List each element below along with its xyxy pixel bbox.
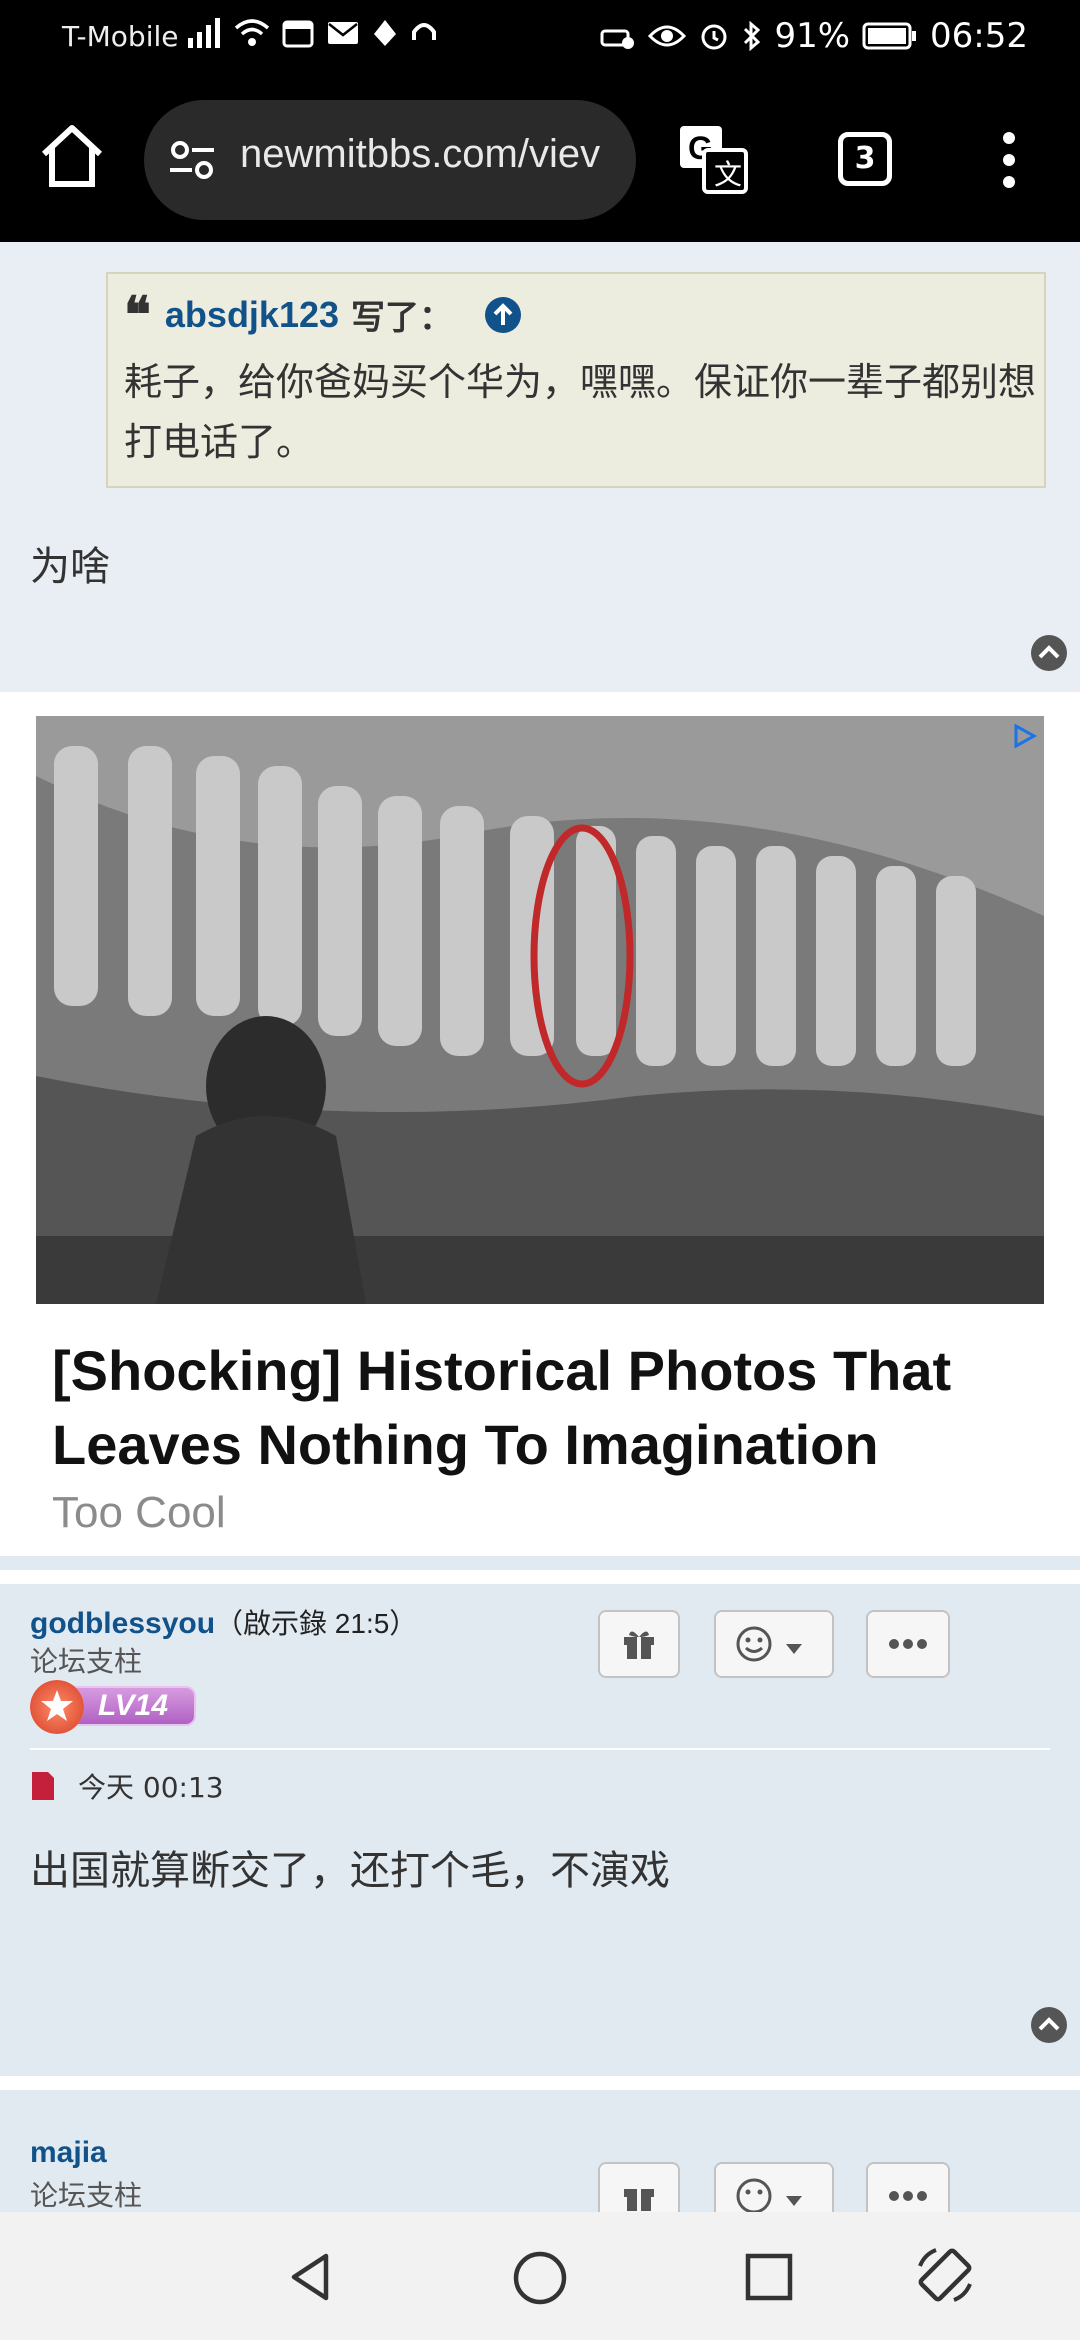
rotate-screen-icon[interactable]	[912, 2242, 978, 2308]
smiley-chevron-icon	[736, 1626, 802, 1662]
battery-percent: 91%	[774, 16, 851, 56]
quote-author-link[interactable]: absdjk123	[165, 294, 339, 336]
home-icon[interactable]	[38, 116, 106, 196]
wifi-icon	[234, 19, 270, 46]
post-content: 为啥	[30, 544, 110, 590]
quote-text: 耗子，给你爸妈买个华为，嘿嘿。保证你一辈子都别想打电话了。	[124, 360, 1037, 464]
author-rank: 论坛支柱	[30, 2179, 143, 2212]
author-rank: 论坛支柱	[30, 1645, 143, 1678]
sponsored-ad[interactable]: [Shocking] Historical Photos That Leaves…	[36, 716, 1044, 1556]
gift-button[interactable]	[598, 1610, 680, 1678]
arrow-up-circle-icon[interactable]	[483, 295, 523, 335]
post-author[interactable]: majia	[30, 2136, 107, 2170]
smiley-chevron-icon	[736, 2178, 802, 2214]
ad-image[interactable]	[36, 716, 1044, 1304]
post-divider	[0, 2076, 1080, 2090]
status-right: 91% 06:52	[600, 16, 1028, 56]
translate-icon[interactable]: G文	[676, 122, 750, 196]
back-triangle-icon[interactable]	[286, 2250, 334, 2304]
post-content: 出国就算断交了，还打个毛，不演戏	[30, 1848, 670, 1894]
car-icon	[600, 29, 635, 49]
post-divider	[0, 1570, 1080, 1584]
post-author[interactable]: godblessyou（啟示錄 21:5）	[30, 1602, 417, 1642]
site-settings-icon[interactable]	[166, 134, 218, 186]
forum-post: ❝ absdjk123 写了： 耗子，给你爸妈买个华为，嘿嘿。保证你一辈子都别想…	[0, 242, 1080, 692]
gift-icon	[624, 2189, 654, 2211]
system-navigation-bar	[0, 2212, 1080, 2340]
headset-icon	[412, 23, 436, 40]
address-bar[interactable]: newmitbbs.com/viev	[144, 100, 636, 220]
ellipsis-icon	[889, 1639, 927, 1649]
quote-block: ❝ absdjk123 写了： 耗子，给你爸妈买个华为，嘿嘿。保证你一辈子都别想…	[106, 272, 1046, 488]
author-username[interactable]: majia	[30, 2136, 107, 2169]
author-username[interactable]: godblessyou	[30, 1607, 215, 1640]
ad-headline[interactable]: [Shocking] Historical Photos That Leaves…	[52, 1334, 1042, 1482]
alarm-icon	[701, 24, 727, 50]
author-signature: （啟示錄 21:5）	[215, 1608, 418, 1639]
signal-icon	[188, 18, 220, 48]
carrier-label: T-Mobile	[62, 20, 179, 53]
overflow-menu-icon[interactable]	[994, 128, 1024, 194]
ad-photo	[36, 716, 1044, 1304]
level-badge: LV14	[30, 1680, 196, 1734]
ad-choices-icon[interactable]	[1010, 722, 1038, 750]
quote-icon: ❝	[124, 284, 151, 344]
status-bar: T-Mobile 91% 06:52	[0, 0, 1080, 76]
quote-wrote-label: 写了：	[351, 298, 454, 338]
ad-source: Too Cool	[52, 1488, 226, 1537]
battery-icon	[862, 22, 917, 50]
post-divider	[0, 2062, 1080, 2118]
gift-icon	[624, 1631, 654, 1659]
post-timestamp-row: 今天 00:13	[30, 1766, 224, 1806]
home-circle-icon[interactable]	[512, 2250, 568, 2306]
eye-icon	[648, 25, 687, 47]
svg-text:文: 文	[714, 158, 742, 191]
post-timestamp: 今天 00:13	[78, 1771, 224, 1804]
quote-header: ❝ absdjk123 写了：	[124, 284, 523, 344]
reaction-button[interactable]	[714, 1610, 834, 1678]
bluetooth-icon	[744, 20, 761, 52]
post-header-separator	[30, 1748, 1050, 1750]
back-to-top-icon[interactable]	[1030, 634, 1068, 672]
calendar-icon	[282, 20, 314, 48]
status-left-icons	[188, 18, 438, 48]
browser-toolbar: newmitbbs.com/viev G文 3	[0, 76, 1080, 242]
post-file-icon	[32, 1772, 54, 1800]
mail-icon	[328, 22, 358, 44]
recents-square-icon[interactable]	[744, 2252, 794, 2302]
star-icon	[30, 1680, 84, 1734]
post-divider	[0, 692, 1080, 716]
back-to-top-icon[interactable]	[1030, 2006, 1068, 2044]
ellipsis-icon	[889, 2191, 927, 2201]
send-icon	[374, 20, 396, 46]
url-text[interactable]: newmitbbs.com/viev	[240, 132, 600, 177]
clock: 06:52	[930, 16, 1028, 56]
more-options-button[interactable]	[866, 1610, 950, 1678]
tab-switcher-button[interactable]: 3	[838, 132, 892, 186]
forum-post: godblessyou（啟示錄 21:5） 论坛支柱 LV14 今天 00:13…	[0, 1588, 1080, 2062]
